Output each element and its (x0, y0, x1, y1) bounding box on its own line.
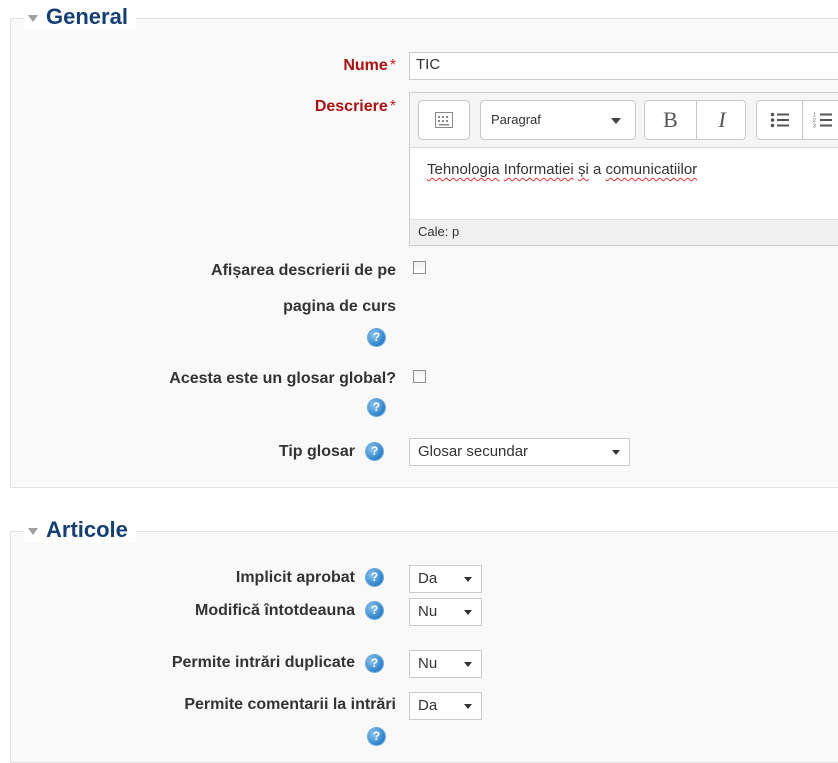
svg-text:3: 3 (813, 124, 816, 129)
editor-path: Cale: p (410, 219, 838, 245)
display-description-checkbox[interactable] (413, 261, 426, 274)
chevron-down-icon (611, 118, 621, 124)
default-approval-value: Da (418, 570, 438, 587)
required-icon: * (389, 57, 396, 74)
editor-content[interactable]: Tehnologia Informatiei și a comunicatiil… (427, 161, 697, 178)
general-section (10, 18, 838, 488)
content-word: Tehnologia (427, 161, 500, 178)
format-select-value: Paragraf (491, 112, 541, 127)
always-edit-select[interactable]: Nu (409, 598, 482, 626)
glossary-type-label: Tip glosar (278, 443, 355, 460)
ordered-list-button[interactable]: 1 2 3 (803, 101, 838, 139)
global-glossary-label: Acesta este un glosar global? (169, 370, 396, 387)
help-icon[interactable]: ? (368, 399, 385, 416)
required-icon: * (389, 98, 396, 115)
chevron-down-icon (464, 704, 472, 709)
numbered-list-icon: 1 2 3 (813, 113, 832, 129)
list-group: 1 2 3 (756, 100, 838, 140)
content-word: a (592, 161, 602, 178)
keyboard-icon (435, 112, 453, 128)
allow-comments-select[interactable]: Da (409, 692, 482, 720)
help-icon[interactable]: ? (368, 728, 385, 745)
toolbar-toggle-button[interactable] (418, 100, 470, 140)
allow-duplicates-label: Permite intrări duplicate (171, 654, 355, 671)
help-icon[interactable]: ? (368, 329, 385, 346)
always-edit-value: Nu (418, 603, 438, 620)
entries-legend-text: Articole (46, 517, 128, 542)
collapse-triangle-icon (28, 14, 38, 22)
format-select[interactable]: Paragraf (480, 100, 636, 140)
content-word: comunicatiilor (605, 161, 698, 178)
display-description-label-line2: pagina de curs (283, 298, 396, 315)
allow-comments-value: Da (418, 697, 438, 714)
help-icon[interactable]: ? (366, 602, 383, 619)
general-legend-text: General (46, 4, 128, 29)
chevron-down-icon (464, 662, 472, 667)
bullet-list-icon (770, 112, 789, 128)
global-glossary-checkbox[interactable] (413, 370, 426, 383)
display-description-label: Afișarea descrierii de pe (211, 262, 396, 279)
description-editor: Paragraf B I 1 2 3 Tehnologia Informatie… (409, 92, 838, 246)
editor-toolbar: Paragraf B I 1 2 3 (410, 93, 838, 148)
default-approval-label: Implicit aprobat (235, 569, 355, 586)
help-icon[interactable]: ? (366, 569, 383, 586)
allow-comments-label: Permite comentarii la intrări (184, 696, 396, 713)
allow-duplicates-value: Nu (418, 655, 438, 672)
glossary-type-select[interactable]: Glosar secundar (409, 438, 630, 466)
chevron-down-icon (612, 450, 620, 455)
text-style-group: B I (644, 100, 746, 140)
default-approval-select[interactable]: Da (409, 565, 482, 593)
chevron-down-icon (464, 610, 472, 615)
description-label: Descriere * (314, 98, 396, 115)
glossary-type-value: Glosar secundar (418, 443, 529, 460)
always-edit-label: Modifică întotdeauna (195, 602, 355, 619)
bold-button[interactable]: B (645, 101, 696, 139)
content-word: Informatiei (503, 161, 574, 178)
chevron-down-icon (464, 577, 472, 582)
help-icon[interactable]: ? (366, 443, 383, 460)
general-legend[interactable]: General (24, 4, 136, 30)
italic-button[interactable]: I (697, 101, 747, 139)
content-word: și (577, 161, 589, 178)
unordered-list-button[interactable] (757, 101, 802, 139)
entries-legend[interactable]: Articole (24, 517, 136, 543)
help-icon[interactable]: ? (366, 655, 383, 672)
collapse-triangle-icon (28, 527, 38, 535)
name-input[interactable]: TIC (409, 52, 838, 80)
name-label: Nume * (343, 57, 396, 74)
allow-duplicates-select[interactable]: Nu (409, 650, 482, 678)
